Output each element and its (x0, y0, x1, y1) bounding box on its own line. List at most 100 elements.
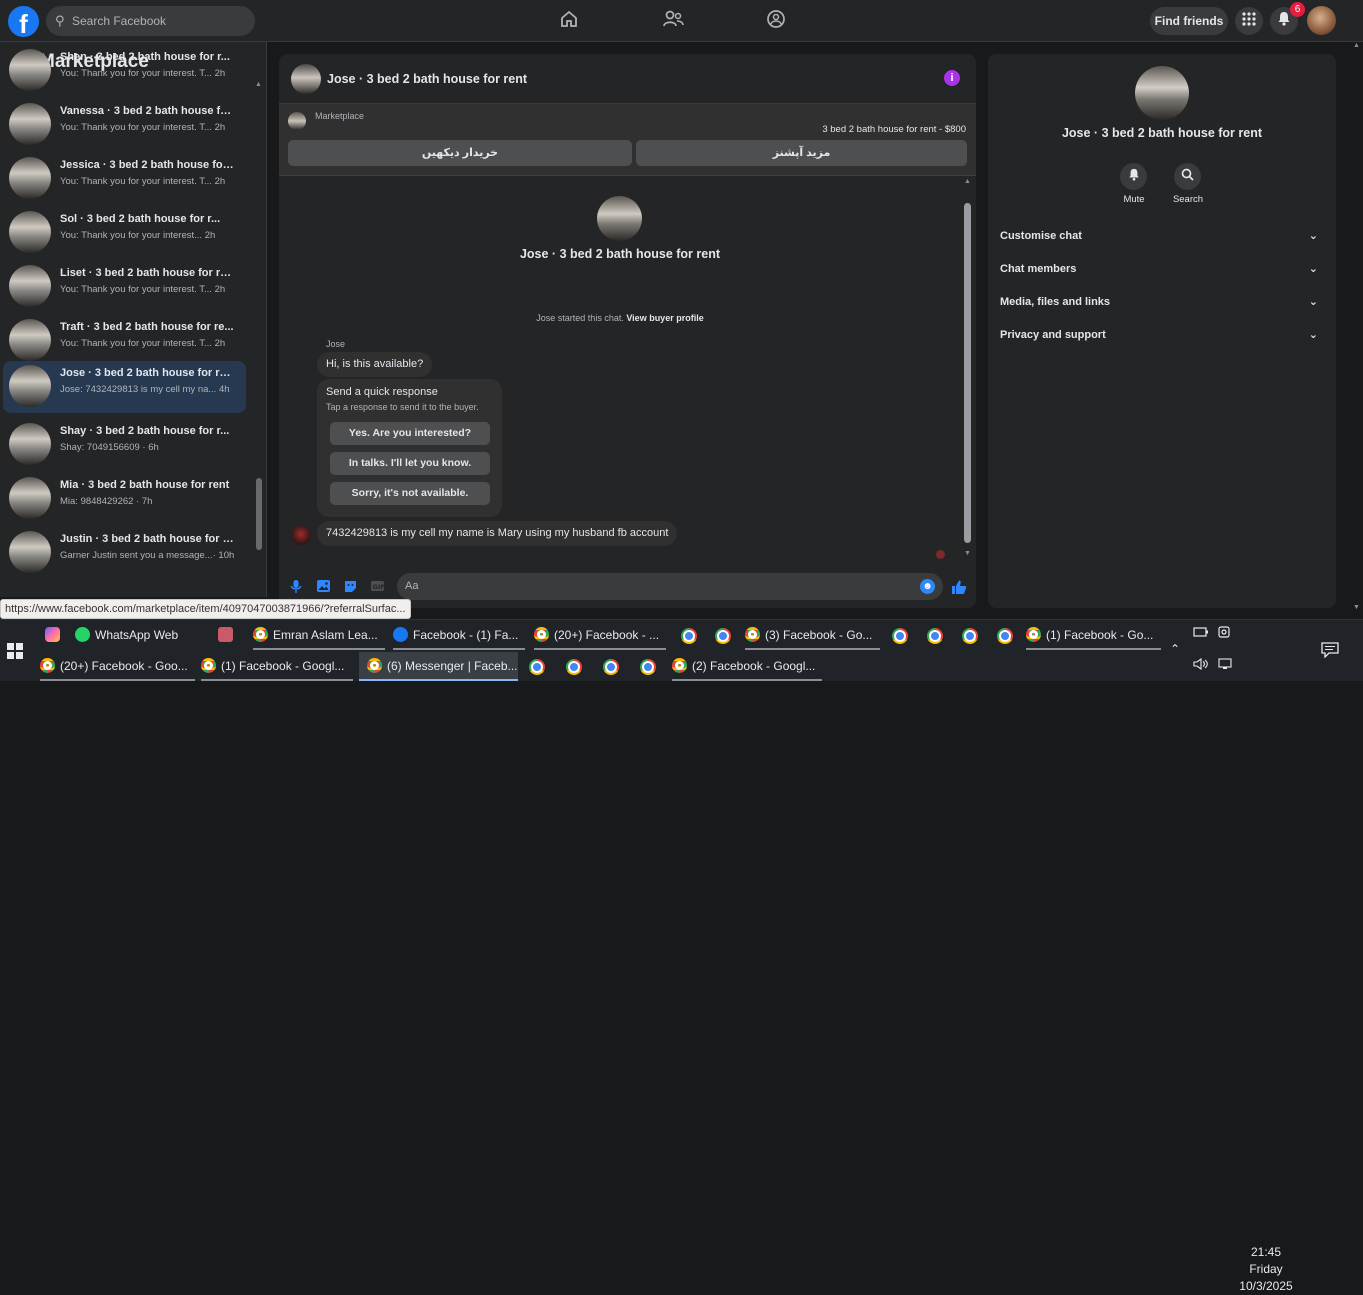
view-buyer-profile-link[interactable]: View buyer profile (626, 313, 703, 323)
thumbs-up-icon[interactable] (950, 579, 968, 597)
camera-icon[interactable] (1218, 626, 1232, 641)
chrome-icon[interactable] (640, 659, 656, 675)
system-clock[interactable]: 21:45 Friday 10/3/2025 (1236, 1244, 1296, 1295)
chrome-icon[interactable] (927, 628, 943, 644)
conversation-name: Mia · 3 bed 2 bath house for rent (60, 479, 230, 491)
conversation-item[interactable]: Shay · 3 bed 2 bath house for r... Shay: … (3, 419, 246, 471)
microphone-icon[interactable] (287, 579, 305, 597)
info-icon[interactable]: i (944, 70, 960, 86)
chrome-icon[interactable] (566, 659, 582, 675)
chrome-icon[interactable] (603, 659, 619, 675)
details-avatar[interactable] (1135, 66, 1189, 120)
photo-icon[interactable] (314, 579, 332, 597)
quick-response-subtitle: Tap a response to send it to the buyer. (326, 402, 479, 412)
profile-avatar[interactable] (1307, 6, 1336, 35)
friends-icon[interactable] (661, 9, 685, 33)
sticker-icon[interactable] (341, 579, 359, 597)
sidebar-scrollbar[interactable]: ▲ (254, 81, 264, 597)
taskbar-chrome-window[interactable]: (2) Facebook - Googl... (672, 652, 822, 681)
chat-title[interactable]: Jose · 3 bed 2 bath house for rent (327, 72, 527, 86)
network-icon[interactable] (1218, 658, 1234, 673)
conversation-item[interactable]: Justin · 3 bed 2 bath house for r... Garn… (3, 527, 246, 579)
quick-response-talks-button[interactable]: In talks. I'll let you know. (330, 452, 490, 475)
scroll-up-arrow-icon[interactable]: ▲ (1353, 42, 1360, 49)
chrome-icon[interactable] (529, 659, 545, 675)
chat-avatar[interactable] (291, 64, 321, 94)
taskbar-chrome-window[interactable]: (1) Facebook - Googl... (201, 652, 353, 681)
conversation-item[interactable]: Mia · 3 bed 2 bath house for rent Mia: 98… (3, 473, 246, 525)
taskbar-label: (3) Facebook - Go... (765, 628, 873, 642)
chrome-icon[interactable] (681, 628, 697, 644)
conversation-name: Jose · 3 bed 2 bath house for rent (60, 367, 235, 379)
taskbar-facebook-window[interactable]: Facebook - (1) Fa... (393, 621, 525, 650)
scroll-up-arrow-icon[interactable]: ▲ (964, 178, 971, 185)
more-options-button[interactable]: مزید آپشنز (636, 140, 967, 166)
taskbar-label: (2) Facebook - Googl... (692, 659, 816, 673)
sender-avatar[interactable] (291, 525, 311, 545)
notification-center-icon[interactable] (1321, 642, 1339, 661)
page-scrollbar[interactable]: ▲ ▼ (1349, 42, 1363, 617)
conversation-item[interactable]: Jessica · 3 bed 2 bath house for... You: … (3, 153, 246, 205)
taskbar-whatsapp[interactable]: WhatsApp Web (75, 621, 190, 650)
conversation-preview: You: Thank you for your interest... 2h (60, 230, 216, 241)
top-navigation-bar: f ⚲ Search Facebook Find friends 6 (0, 0, 1363, 42)
section-label: Media, files and links (1000, 296, 1111, 308)
scroll-down-arrow-icon[interactable]: ▼ (1353, 604, 1360, 611)
conversation-preview: You: Thank you for your interest. T... 2… (60, 68, 226, 79)
chrome-icon (253, 627, 268, 642)
find-friends-button[interactable]: Find friends (1150, 7, 1228, 35)
customise-chat-section[interactable]: Customise chat ⌄ (1000, 225, 1326, 247)
battery-icon[interactable] (1193, 626, 1209, 641)
search-input[interactable]: ⚲ Search Facebook (46, 6, 255, 36)
conversation-name: Shay · 3 bed 2 bath house for r... (60, 425, 230, 437)
conversation-item[interactable]: Liset · 3 bed 2 bath house for re... You:… (3, 261, 246, 313)
chat-scroll-thumb[interactable] (964, 203, 971, 543)
view-buyer-button[interactable]: خریدار دیکھیں (288, 140, 632, 166)
message-input-placeholder: Aa (405, 580, 419, 592)
taskbar-chrome-window[interactable]: (20+) Facebook - Goo... (40, 652, 195, 681)
message-bubble[interactable]: Hi, is this available? (317, 352, 433, 377)
chat-scrollbar[interactable]: ▲ ▼ (962, 178, 974, 562)
mute-bell-icon[interactable] (1120, 163, 1147, 190)
home-icon[interactable] (557, 9, 581, 33)
show-hidden-icons-chevron-icon[interactable]: ⌃ (1170, 642, 1180, 656)
conversation-avatar[interactable] (597, 196, 642, 241)
chrome-icon[interactable] (892, 628, 908, 644)
windows-start-icon[interactable] (7, 643, 23, 659)
chrome-icon[interactable] (715, 628, 731, 644)
taskbar-chrome-window[interactable]: Emran Aslam Lea... (253, 621, 385, 650)
app-taskbar-icon[interactable] (218, 621, 244, 650)
quick-response-yes-button[interactable]: Yes. Are you interested? (330, 422, 490, 445)
facebook-logo[interactable]: f (8, 6, 39, 37)
copilot-taskbar-icon[interactable] (40, 621, 70, 650)
scroll-up-arrow-icon[interactable]: ▲ (255, 81, 262, 88)
taskbar-messenger-window-active[interactable]: (6) Messenger | Faceb... (359, 652, 518, 681)
conversation-item-active[interactable]: Jose · 3 bed 2 bath house for rent Jose: … (3, 361, 246, 413)
conversation-preview: Garner Justin sent you a message...· 10h (60, 550, 235, 561)
message-input[interactable]: Aa ☻ (397, 573, 943, 600)
groups-icon[interactable] (764, 9, 788, 33)
menu-grid-icon[interactable] (1235, 7, 1263, 35)
gif-icon[interactable]: GIF (368, 579, 386, 597)
search-icon[interactable] (1174, 163, 1201, 190)
taskbar-chrome-window[interactable]: (20+) Facebook - ... (534, 621, 666, 650)
chrome-icon[interactable] (997, 628, 1013, 644)
emoji-icon[interactable]: ☻ (920, 579, 935, 594)
conversation-item[interactable]: Traft · 3 bed 2 bath house for re... You:… (3, 315, 246, 367)
conversation-item[interactable]: Shen · 3 bed 2 bath house for r... You: T… (3, 45, 246, 97)
conversation-item[interactable]: Vanessa · 3 bed 2 bath house fo... You: T… (3, 99, 246, 151)
chrome-icon[interactable] (962, 628, 978, 644)
media-files-links-section[interactable]: Media, files and links ⌄ (1000, 291, 1326, 313)
conversation-item[interactable]: Sol · 3 bed 2 bath house for r... You: Th… (3, 207, 246, 259)
taskbar-chrome-window[interactable]: (1) Facebook - Go... (1026, 621, 1161, 650)
message-bubble[interactable]: 7432429813 is my cell my name is Mary us… (317, 521, 678, 546)
taskbar-chrome-window[interactable]: (3) Facebook - Go... (745, 621, 880, 650)
quick-response-sorry-button[interactable]: Sorry, it's not available. (330, 482, 490, 505)
sidebar-scroll-thumb[interactable] (256, 478, 262, 550)
quick-response-card: Send a quick response Tap a response to … (317, 379, 502, 517)
scroll-down-arrow-icon[interactable]: ▼ (964, 550, 971, 557)
listing-thumbnail[interactable] (288, 112, 306, 130)
volume-icon[interactable] (1193, 657, 1209, 673)
chat-members-section[interactable]: Chat members ⌄ (1000, 258, 1326, 280)
privacy-support-section[interactable]: Privacy and support ⌄ (1000, 324, 1326, 346)
